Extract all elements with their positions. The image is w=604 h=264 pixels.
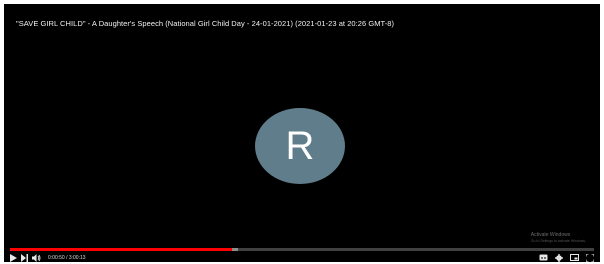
volume-icon[interactable] (32, 253, 41, 262)
activate-windows-watermark: Activate Windows Go to Settings to activ… (531, 232, 586, 244)
gear-icon[interactable] (555, 253, 563, 262)
play-icon[interactable] (10, 253, 17, 262)
video-player[interactable]: "SAVE GIRL CHILD" - A Daughter's Speech … (4, 4, 600, 262)
progress-buffered (231, 248, 238, 251)
subtitles-icon[interactable] (539, 253, 548, 262)
time-display: 0:00:50 / 3:00:13 (48, 254, 86, 261)
progress-played (10, 248, 232, 251)
watermark-subtitle: Go to Settings to activate Windows. (530, 239, 586, 243)
avatar: R (255, 108, 345, 184)
miniplayer-icon[interactable] (570, 253, 579, 262)
video-title: "SAVE GIRL CHILD" - A Daughter's Speech … (16, 19, 395, 28)
avatar-letter: R (285, 124, 315, 168)
next-icon[interactable] (21, 253, 28, 262)
fullscreen-icon[interactable] (586, 253, 594, 262)
progress-bar[interactable] (10, 248, 594, 251)
player-controls: 0:00:50 / 3:00:13 (10, 253, 594, 262)
